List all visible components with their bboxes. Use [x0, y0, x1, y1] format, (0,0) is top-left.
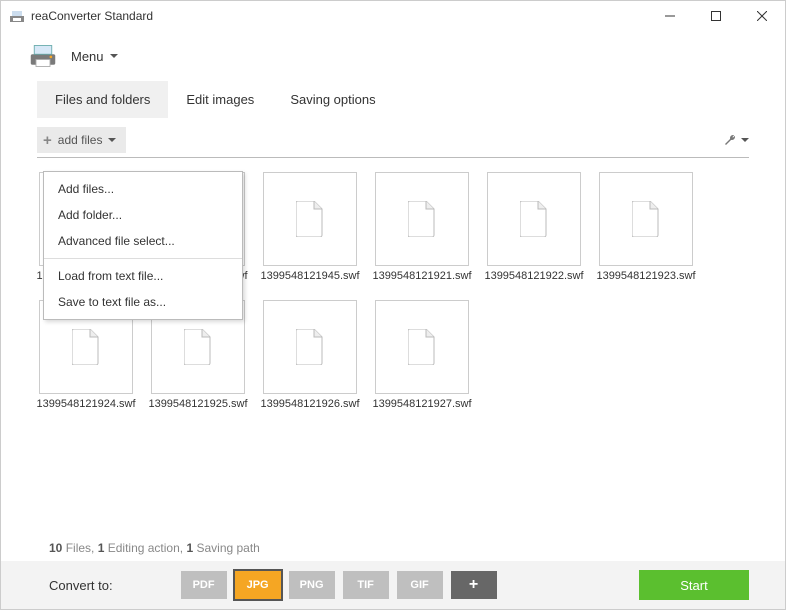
- add-files-dropdown: Add files... Add folder... Advanced file…: [43, 171, 243, 320]
- format-button-gif[interactable]: GIF: [397, 571, 443, 599]
- minimize-button[interactable]: [647, 1, 693, 31]
- thumb-label: 1399548121923.swf: [596, 270, 695, 282]
- file-thumb[interactable]: 1399548121927.swf: [373, 300, 471, 410]
- chevron-down-icon: [110, 54, 118, 58]
- toolbar: + add files: [1, 123, 785, 157]
- dropdown-add-folder[interactable]: Add folder...: [44, 202, 242, 228]
- add-files-button[interactable]: + add files: [37, 127, 126, 153]
- thumb-label: 1399548121922.swf: [484, 270, 583, 282]
- thumb-box: [375, 300, 469, 394]
- thumb-label: 1399548121926.swf: [260, 398, 359, 410]
- printer-icon: [29, 42, 57, 70]
- thumb-label: 1399548121921.swf: [372, 270, 471, 282]
- window-title: reaConverter Standard: [31, 9, 647, 23]
- add-format-button[interactable]: +: [451, 571, 497, 599]
- thumb-box: [599, 172, 693, 266]
- thumb-label: 1399548121924.swf: [36, 398, 135, 410]
- dropdown-load-text[interactable]: Load from text file...: [44, 263, 242, 289]
- menu-label: Menu: [71, 49, 104, 64]
- dropdown-separator: [44, 258, 242, 259]
- thumb-box: [263, 300, 357, 394]
- file-thumb[interactable]: 1399548121921.swf: [373, 172, 471, 282]
- menu-button[interactable]: Menu: [71, 49, 118, 64]
- file-thumb[interactable]: 1399548121945.swf: [261, 172, 359, 282]
- chevron-down-icon: [108, 138, 116, 142]
- wrench-icon: [723, 133, 737, 147]
- file-thumb[interactable]: 1399548121922.swf: [485, 172, 583, 282]
- file-thumb[interactable]: 1399548121926.swf: [261, 300, 359, 410]
- close-button[interactable]: [739, 1, 785, 31]
- format-button-jpg[interactable]: JPG: [235, 571, 281, 599]
- format-button-png[interactable]: PNG: [289, 571, 335, 599]
- footer: Convert to: PDF JPG PNG TIF GIF + Start: [1, 561, 785, 609]
- menubar: Menu: [1, 31, 785, 81]
- maximize-button[interactable]: [693, 1, 739, 31]
- tab-files-and-folders[interactable]: Files and folders: [37, 81, 168, 118]
- dropdown-save-text[interactable]: Save to text file as...: [44, 289, 242, 315]
- thumb-box: [375, 172, 469, 266]
- file-thumb[interactable]: 1399548121923.swf: [597, 172, 695, 282]
- tabs: Files and folders Edit images Saving opt…: [1, 81, 785, 119]
- chevron-down-icon: [741, 138, 749, 142]
- thumb-box: [263, 172, 357, 266]
- thumb-label: 1399548121925.swf: [148, 398, 247, 410]
- settings-button[interactable]: [723, 133, 749, 147]
- app-icon: [9, 8, 25, 24]
- dropdown-advanced-select[interactable]: Advanced file select...: [44, 228, 242, 254]
- thumb-label: 1399548121927.swf: [372, 398, 471, 410]
- format-button-pdf[interactable]: PDF: [181, 571, 227, 599]
- convert-to-label: Convert to:: [49, 578, 113, 593]
- statusbar: 10 Files, 1 Editing action, 1 Saving pat…: [1, 541, 785, 555]
- tab-saving-options[interactable]: Saving options: [272, 81, 393, 118]
- thumb-label: 1399548121945.swf: [260, 270, 359, 282]
- plus-icon: +: [43, 132, 52, 149]
- tab-edit-images[interactable]: Edit images: [168, 81, 272, 118]
- dropdown-add-files[interactable]: Add files...: [44, 176, 242, 202]
- add-files-label: add files: [58, 133, 103, 147]
- format-button-tif[interactable]: TIF: [343, 571, 389, 599]
- start-button[interactable]: Start: [639, 570, 749, 600]
- titlebar: reaConverter Standard: [1, 1, 785, 31]
- thumb-box: [487, 172, 581, 266]
